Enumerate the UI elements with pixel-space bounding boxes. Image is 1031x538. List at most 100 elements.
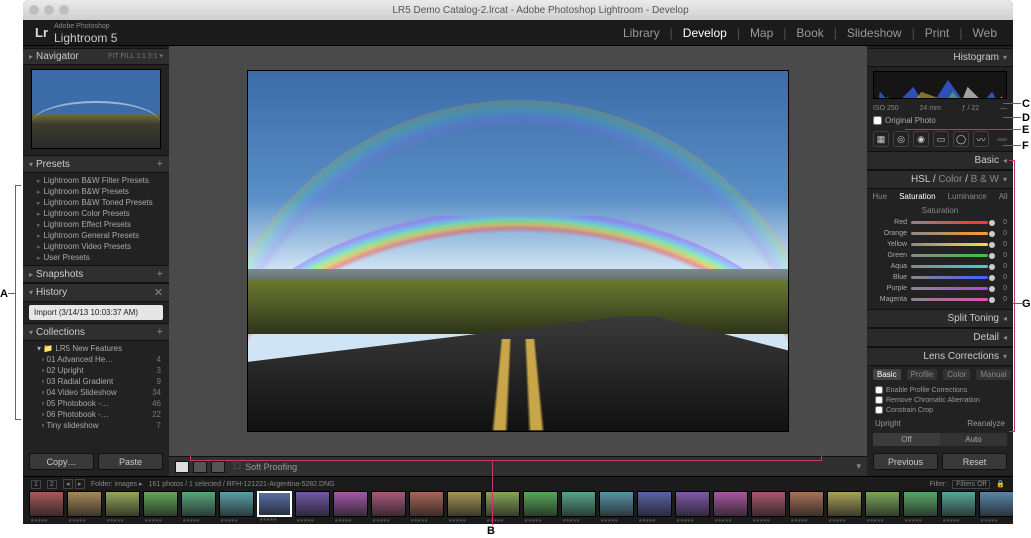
lens-tab-profile[interactable]: Profile bbox=[907, 369, 938, 380]
second-window-icon[interactable]: 2 bbox=[47, 480, 57, 489]
filmstrip-thumb[interactable] bbox=[29, 491, 64, 517]
module-map[interactable]: Map bbox=[746, 26, 777, 40]
filmstrip-thumb[interactable] bbox=[979, 491, 1013, 517]
redeye-tool-icon[interactable]: ◉ bbox=[913, 131, 929, 147]
lens-check[interactable]: Enable Profile Corrections bbox=[875, 385, 1005, 395]
presets-header[interactable]: ▾ Presets + bbox=[23, 155, 169, 173]
collection-item[interactable]: ▫ 02 Upright3 bbox=[37, 365, 169, 376]
saturation-yellow[interactable]: Yellow0 bbox=[873, 239, 1007, 250]
module-slideshow[interactable]: Slideshow bbox=[843, 26, 906, 40]
collection-item[interactable]: ▫ 04 Video Slideshow34 bbox=[37, 387, 169, 398]
reset-button[interactable]: Reset bbox=[942, 453, 1007, 470]
navigator-header[interactable]: ▸ Navigator FIT FILL 1:1 3:1 ▾ bbox=[23, 48, 169, 65]
collection-set[interactable]: ▾ 📁 LR5 New Features bbox=[37, 343, 169, 354]
module-book[interactable]: Book bbox=[792, 26, 827, 40]
hsl-tab-hue[interactable]: Hue bbox=[868, 191, 891, 202]
filmstrip-thumb[interactable] bbox=[561, 491, 596, 517]
lens-tab-color[interactable]: Color bbox=[943, 369, 970, 380]
filmstrip-thumb[interactable] bbox=[485, 491, 520, 517]
next-photo-icon[interactable]: ▸ bbox=[75, 479, 85, 489]
spot-tool-icon[interactable]: ◎ bbox=[893, 131, 909, 147]
module-develop[interactable]: Develop bbox=[679, 26, 731, 40]
saturation-blue[interactable]: Blue0 bbox=[873, 272, 1007, 283]
filmstrip-thumb[interactable] bbox=[257, 491, 292, 517]
soft-proofing-label[interactable]: Soft Proofing bbox=[245, 462, 297, 472]
filter-state[interactable]: Filters Off bbox=[952, 480, 990, 489]
filmstrip-thumb[interactable] bbox=[105, 491, 140, 517]
prev-photo-icon[interactable]: ◂ bbox=[63, 479, 73, 489]
filmstrip-thumb[interactable] bbox=[371, 491, 406, 517]
original-photo-checkbox[interactable]: Original Photo bbox=[867, 114, 1013, 127]
preset-folder[interactable]: Lightroom Effect Presets bbox=[37, 219, 169, 230]
filmstrip-thumb[interactable] bbox=[789, 491, 824, 517]
navigator-thumbnail[interactable] bbox=[31, 69, 161, 149]
histogram-display[interactable] bbox=[873, 71, 1007, 99]
grad-filter-icon[interactable]: ▭ bbox=[933, 131, 949, 147]
lens-corrections-header[interactable]: Lens Corrections▾ bbox=[867, 347, 1013, 366]
history-header[interactable]: ▾ History ✕ bbox=[23, 283, 169, 302]
filmstrip-thumb[interactable] bbox=[333, 491, 368, 517]
filmstrip-thumb[interactable] bbox=[181, 491, 216, 517]
snapshots-header[interactable]: ▸ Snapshots + bbox=[23, 265, 169, 283]
before-after-icon[interactable] bbox=[193, 461, 207, 473]
toolbar-options-dropdown[interactable]: ▾ bbox=[856, 461, 861, 472]
paste-button[interactable]: Paste bbox=[98, 453, 163, 470]
filmstrip-thumb[interactable] bbox=[409, 491, 444, 517]
radial-filter-icon[interactable]: ◯ bbox=[953, 131, 969, 147]
saturation-red[interactable]: Red0 bbox=[873, 217, 1007, 228]
saturation-purple[interactable]: Purple0 bbox=[873, 283, 1007, 294]
main-preview-image[interactable] bbox=[248, 71, 788, 431]
preset-folder[interactable]: Lightroom General Presets bbox=[37, 230, 169, 241]
hsl-header[interactable]: HSL / Color / B & W▾ bbox=[867, 170, 1013, 189]
previous-button[interactable]: Previous bbox=[873, 453, 938, 470]
filmstrip-thumb[interactable] bbox=[637, 491, 672, 517]
filmstrip-thumb[interactable] bbox=[219, 491, 254, 517]
basic-header[interactable]: Basic◂ bbox=[867, 151, 1013, 170]
filmstrip-thumb[interactable] bbox=[751, 491, 786, 517]
filmstrip-thumb[interactable] bbox=[143, 491, 178, 517]
traffic-close[interactable] bbox=[29, 5, 39, 15]
reanalyze-link[interactable]: Reanalyze bbox=[967, 419, 1005, 428]
preset-folder[interactable]: Lightroom Color Presets bbox=[37, 208, 169, 219]
loupe-view-icon[interactable] bbox=[175, 461, 189, 473]
navigator-zoom-options[interactable]: FIT FILL 1:1 3:1 ▾ bbox=[108, 52, 163, 60]
module-library[interactable]: Library bbox=[619, 26, 664, 40]
collection-item[interactable]: ▫ 01 Advanced He…4 bbox=[37, 354, 169, 365]
saturation-green[interactable]: Green0 bbox=[873, 250, 1007, 261]
lens-tab-basic[interactable]: Basic bbox=[873, 369, 901, 380]
filmstrip-thumb[interactable] bbox=[295, 491, 330, 517]
filmstrip-thumb[interactable] bbox=[599, 491, 634, 517]
filmstrip-thumb[interactable] bbox=[675, 491, 710, 517]
crop-tool-icon[interactable]: ▦ bbox=[873, 131, 889, 147]
filmstrip-thumb[interactable] bbox=[941, 491, 976, 517]
split-toning-header[interactable]: Split Toning◂ bbox=[867, 309, 1013, 328]
history-entry[interactable]: Import (3/14/13 10:03:37 AM) bbox=[29, 305, 163, 320]
filmstrip-path[interactable]: Folder: images ▸ bbox=[91, 480, 143, 488]
module-web[interactable]: Web bbox=[969, 26, 1001, 40]
collection-item[interactable]: ▫ 03 Radial Gradient9 bbox=[37, 376, 169, 387]
saturation-magenta[interactable]: Magenta0 bbox=[873, 294, 1007, 305]
saturation-aqua[interactable]: Aqua0 bbox=[873, 261, 1007, 272]
copy-button[interactable]: Copy… bbox=[29, 453, 94, 470]
second-monitor-icon[interactable]: 1 bbox=[31, 480, 41, 489]
tool-size-slider[interactable] bbox=[997, 138, 1007, 141]
module-print[interactable]: Print bbox=[921, 26, 954, 40]
saturation-orange[interactable]: Orange0 bbox=[873, 228, 1007, 239]
filmstrip-thumb[interactable] bbox=[865, 491, 900, 517]
preset-folder[interactable]: Lightroom B&W Filter Presets bbox=[37, 175, 169, 186]
lens-check[interactable]: Remove Chromatic Aberration bbox=[875, 395, 1005, 405]
filter-lock-icon[interactable]: 🔒 bbox=[996, 481, 1005, 488]
traffic-zoom[interactable] bbox=[59, 5, 69, 15]
detail-header[interactable]: Detail◂ bbox=[867, 328, 1013, 347]
hsl-tab-saturation[interactable]: Saturation bbox=[895, 191, 939, 202]
before-after-split-icon[interactable] bbox=[211, 461, 225, 473]
histogram-header[interactable]: Histogram▾ bbox=[867, 48, 1013, 67]
collections-header[interactable]: ▾ Collections + bbox=[23, 323, 169, 341]
preset-folder[interactable]: Lightroom B&W Presets bbox=[37, 186, 169, 197]
preset-folder[interactable]: User Presets bbox=[37, 252, 169, 263]
hsl-tab-luminance[interactable]: Luminance bbox=[944, 191, 991, 202]
collection-item[interactable]: ▫ 05 Photobook -…46 bbox=[37, 398, 169, 409]
filmstrip-thumb[interactable] bbox=[827, 491, 862, 517]
filmstrip-thumb[interactable] bbox=[903, 491, 938, 517]
collection-item[interactable]: ▫ Tiny slideshow7 bbox=[37, 420, 169, 431]
